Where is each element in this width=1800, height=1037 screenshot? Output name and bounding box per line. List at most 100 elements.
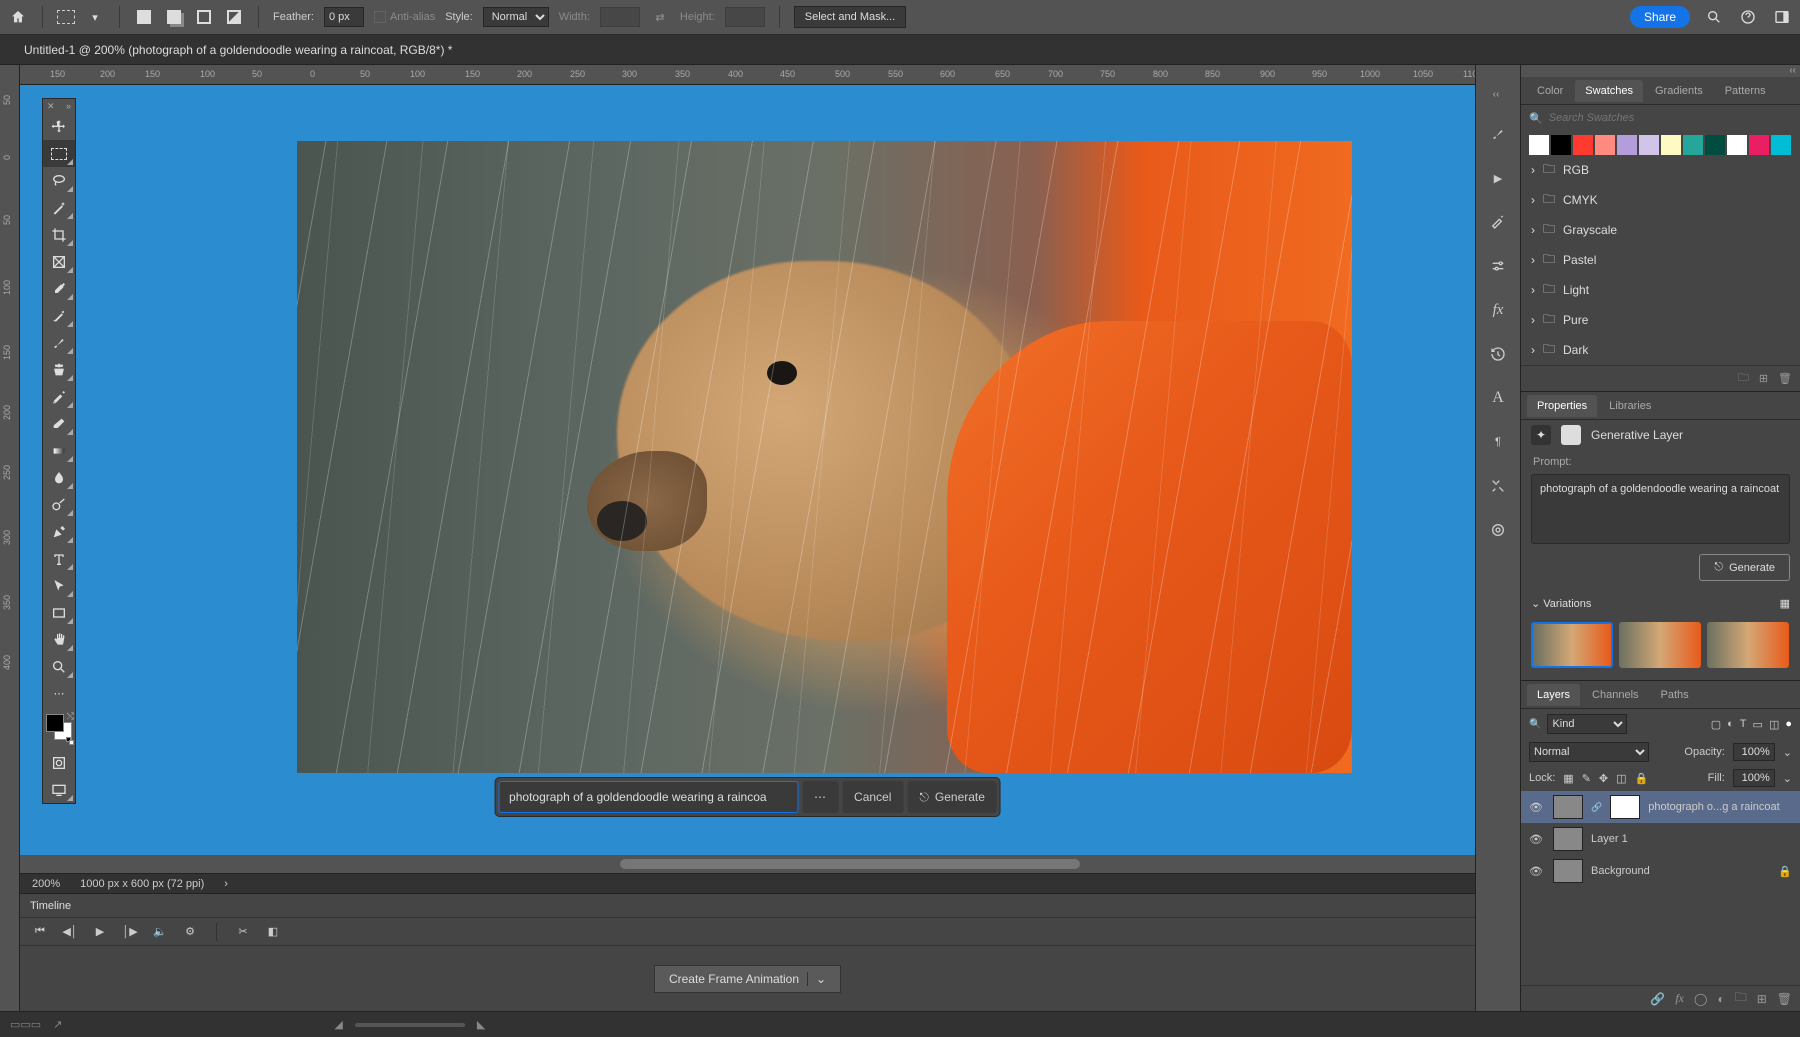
dodge-tool[interactable]	[43, 491, 75, 518]
chevron-down-icon[interactable]: ⌄	[1783, 772, 1792, 785]
swatch-folder[interactable]: ›🗀Pastel	[1521, 245, 1800, 275]
grid-view-icon[interactable]: ▦	[1780, 597, 1790, 610]
hand-tool[interactable]	[43, 626, 75, 653]
brushes-panel-icon[interactable]	[1487, 123, 1509, 145]
screen-mode[interactable]	[43, 776, 75, 803]
search-icon[interactable]	[1704, 7, 1724, 27]
comments-panel-icon[interactable]	[1487, 519, 1509, 541]
layer-name[interactable]: Background	[1591, 865, 1650, 877]
swatch-chip[interactable]	[1727, 135, 1747, 155]
tab-patterns[interactable]: Patterns	[1715, 80, 1776, 102]
transition-icon[interactable]: ◧	[265, 924, 281, 940]
swatch-chip[interactable]	[1639, 135, 1659, 155]
path-selection-tool[interactable]	[43, 572, 75, 599]
canvas-view[interactable]: ⋯ Cancel ⎋Generate	[20, 85, 1475, 855]
style-select[interactable]: Normal	[483, 7, 549, 27]
status-chevron-icon[interactable]: ›	[224, 878, 228, 890]
lock-transparency-icon[interactable]: ▦	[1563, 772, 1573, 785]
home-icon[interactable]	[8, 7, 28, 27]
play-panel-icon[interactable]: ▶	[1487, 167, 1509, 189]
zoom-in-slider-icon[interactable]: ◣	[477, 1018, 485, 1031]
filter-smart-icon[interactable]: ◫	[1769, 718, 1779, 731]
timeline-zoom-slider[interactable]	[355, 1023, 465, 1027]
link-icon[interactable]: 🔗	[1591, 802, 1602, 813]
workspace-icon[interactable]	[1772, 7, 1792, 27]
help-icon[interactable]	[1738, 7, 1758, 27]
swatch-chip[interactable]	[1771, 135, 1791, 155]
tab-color[interactable]: Color	[1527, 80, 1573, 102]
new-swatch-icon[interactable]: ⊞	[1759, 372, 1768, 385]
filter-pixel-icon[interactable]: ▢	[1711, 718, 1721, 731]
properties-generate-button[interactable]: ⎋Generate	[1699, 554, 1790, 581]
selection-new-icon[interactable]	[134, 7, 154, 27]
tab-libraries[interactable]: Libraries	[1599, 395, 1661, 417]
create-frame-animation-button[interactable]: Create Frame Animation ⌄	[654, 965, 841, 993]
history-brush-tool[interactable]	[43, 383, 75, 410]
variations-toggle[interactable]: ⌄ Variations ▦	[1521, 591, 1800, 616]
rectangular-marquee-tool[interactable]	[43, 140, 75, 167]
lock-artboard-icon[interactable]: ◫	[1616, 772, 1626, 785]
timeline-settings-icon[interactable]: ⚙	[182, 924, 198, 940]
selection-intersect-icon[interactable]	[224, 7, 244, 27]
layer-name[interactable]: Layer 1	[1591, 833, 1628, 845]
tab-channels[interactable]: Channels	[1582, 684, 1648, 706]
collapse-panels-icon[interactable]: ‹‹	[1521, 65, 1800, 77]
gradient-tool[interactable]	[43, 437, 75, 464]
blur-tool[interactable]	[43, 464, 75, 491]
magic-wand-tool[interactable]	[43, 194, 75, 221]
quick-mask-mode[interactable]	[43, 749, 75, 776]
filter-toggle-icon[interactable]: ●	[1785, 718, 1792, 731]
delete-layer-icon[interactable]: 🗑	[1777, 992, 1792, 1006]
rectangle-tool[interactable]	[43, 599, 75, 626]
variation-thumb-3[interactable]	[1707, 622, 1789, 668]
selection-subtract-icon[interactable]	[194, 7, 214, 27]
variation-thumb-2[interactable]	[1619, 622, 1701, 668]
marquee-tool-icon[interactable]	[57, 10, 75, 24]
document-dimensions[interactable]: 1000 px x 600 px (72 ppi)	[80, 878, 204, 890]
more-options-button[interactable]: ⋯	[802, 781, 838, 813]
filter-adjust-icon[interactable]: ◐	[1727, 718, 1734, 731]
prompt-textarea[interactable]: photograph of a goldendoodle wearing a r…	[1531, 474, 1790, 544]
swatch-chip[interactable]	[1661, 135, 1681, 155]
lock-image-icon[interactable]: ✎	[1582, 772, 1591, 785]
horizontal-scrollbar[interactable]	[20, 855, 1475, 873]
tab-layers[interactable]: Layers	[1527, 684, 1580, 706]
filter-shape-icon[interactable]: ▭	[1753, 718, 1763, 731]
new-group-icon[interactable]: 🗀	[1738, 369, 1749, 388]
styles-panel-icon[interactable]: fx	[1487, 299, 1509, 321]
swatch-folder[interactable]: ›🗀Pure	[1521, 305, 1800, 335]
new-group-icon[interactable]: 🗀	[1735, 988, 1747, 1009]
swatch-search-input[interactable]	[1549, 112, 1792, 124]
healing-brush-tool[interactable]	[43, 302, 75, 329]
expand-dock-icon[interactable]: ‹‹	[1476, 89, 1520, 101]
share-button[interactable]: Share	[1630, 6, 1690, 28]
select-and-mask-button[interactable]: Select and Mask...	[794, 6, 907, 28]
swatch-chip[interactable]	[1551, 135, 1571, 155]
chevron-down-icon[interactable]: ▾	[85, 7, 105, 27]
frame-tool[interactable]	[43, 248, 75, 275]
swatch-chip[interactable]	[1705, 135, 1725, 155]
tab-properties[interactable]: Properties	[1527, 395, 1597, 417]
layer-thumbnail[interactable]	[1553, 859, 1583, 883]
lock-position-icon[interactable]: ✥	[1599, 772, 1608, 785]
swap-colors-icon[interactable]: ⤭	[67, 711, 74, 722]
swatch-chip[interactable]	[1749, 135, 1769, 155]
layer-item[interactable]: 👁Background🔒	[1521, 855, 1800, 887]
lock-icon[interactable]: 🔒	[1778, 865, 1792, 878]
tools-settings-icon[interactable]	[1487, 475, 1509, 497]
brush-settings-panel-icon[interactable]	[1487, 211, 1509, 233]
zoom-out-slider-icon[interactable]: ◢	[334, 1018, 342, 1031]
layer-item[interactable]: 👁🔗photograph o...g a raincoat	[1521, 791, 1800, 823]
brush-tool[interactable]	[43, 329, 75, 356]
variation-thumb-1[interactable]	[1531, 622, 1613, 668]
document-tab[interactable]: Untitled-1 @ 200% (photograph of a golde…	[0, 35, 1800, 65]
default-colors-icon[interactable]	[66, 737, 74, 745]
character-panel-icon[interactable]: A	[1487, 387, 1509, 409]
eyedropper-tool[interactable]	[43, 275, 75, 302]
add-mask-icon[interactable]: ◯	[1694, 992, 1707, 1006]
pen-tool[interactable]	[43, 518, 75, 545]
chevron-down-icon[interactable]: ⌄	[1783, 746, 1792, 759]
mute-icon[interactable]: 🔈	[152, 924, 168, 940]
color-swatches[interactable]: ⤭	[43, 711, 75, 745]
clone-stamp-tool[interactable]	[43, 356, 75, 383]
